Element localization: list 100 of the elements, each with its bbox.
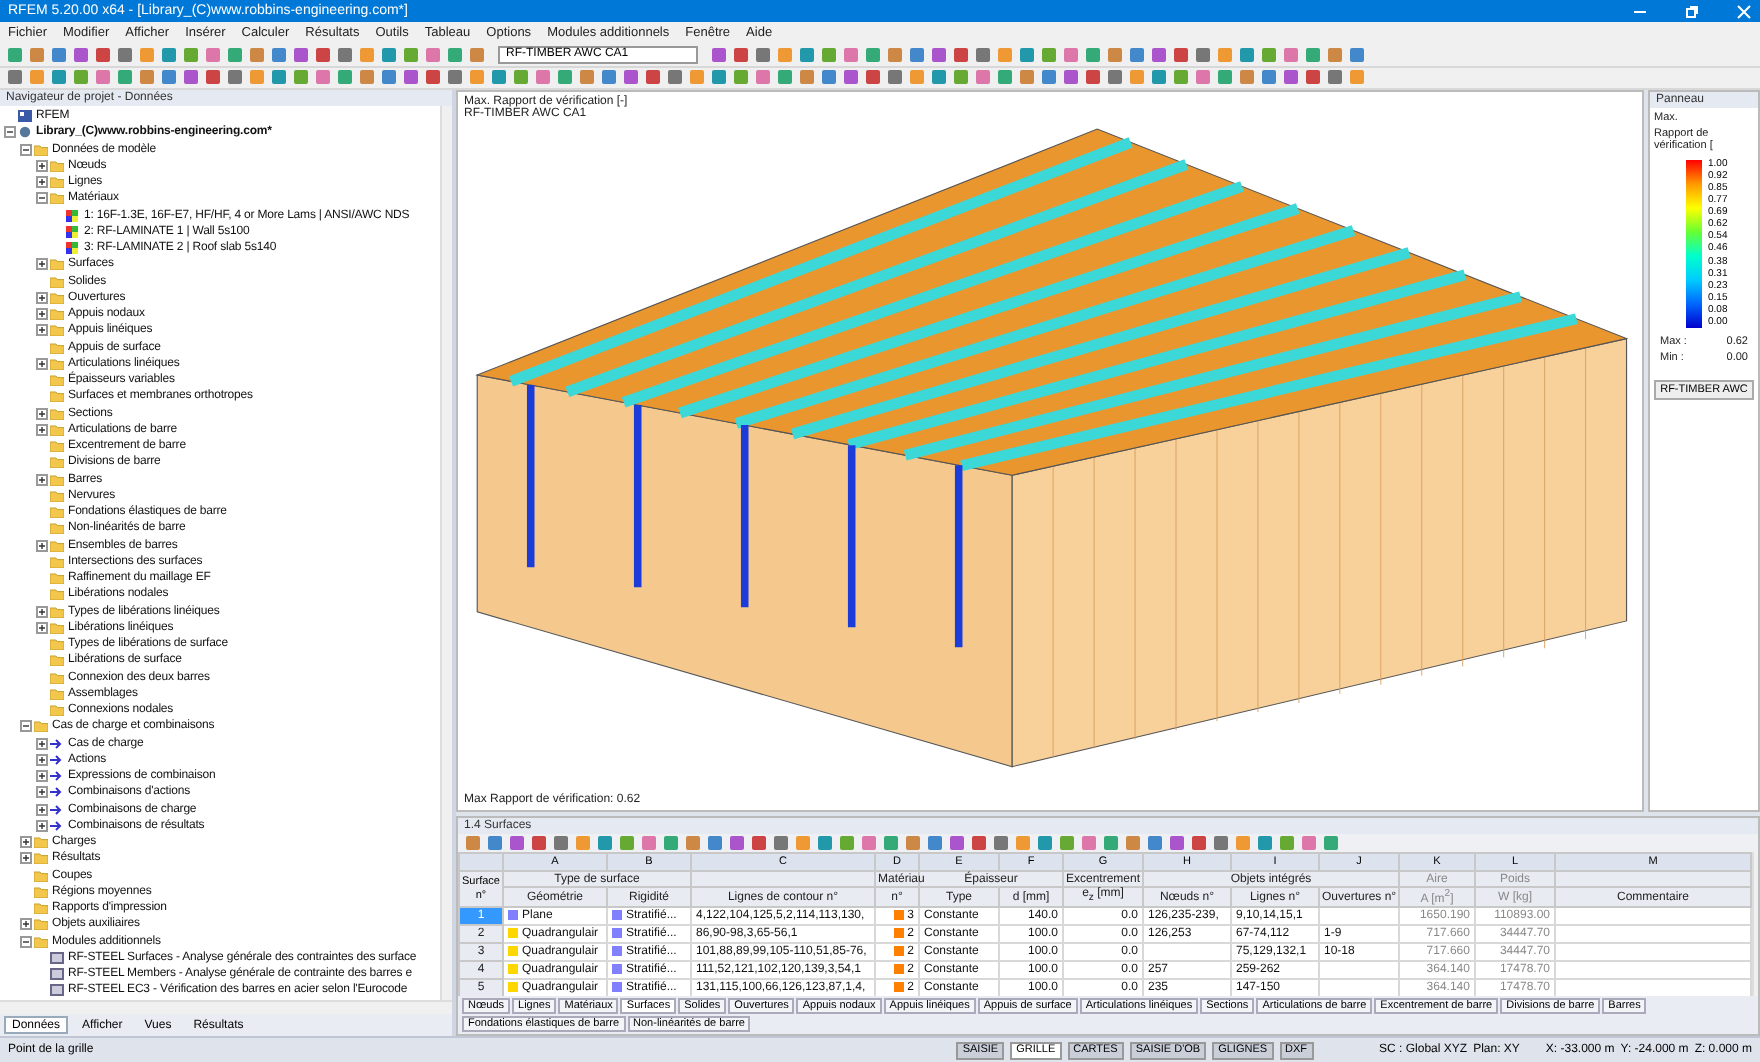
expand-icon[interactable] <box>36 786 48 799</box>
restore-icon[interactable] <box>1684 3 1700 19</box>
toolbar-icon[interactable] <box>1194 45 1212 64</box>
expand-icon[interactable] <box>36 473 48 486</box>
toolbar-icon[interactable] <box>138 45 156 64</box>
toolbar-icon[interactable] <box>1062 45 1080 64</box>
toolbar-icon[interactable] <box>860 834 878 852</box>
toolbar-icon[interactable] <box>992 834 1010 852</box>
toolbar-icon[interactable] <box>446 68 464 87</box>
toolbar-icon[interactable] <box>842 68 860 87</box>
toolbar-icon[interactable] <box>1106 68 1124 87</box>
toolbar-icon[interactable] <box>1080 834 1098 852</box>
toolbar-icon[interactable] <box>402 45 420 64</box>
toolbar-icon[interactable] <box>358 68 376 87</box>
toolbar-icon[interactable] <box>864 45 882 64</box>
expand-icon[interactable] <box>36 753 48 766</box>
toolbar-icon[interactable] <box>1058 834 1076 852</box>
toolbar-icon[interactable] <box>270 68 288 87</box>
toolbar-icon[interactable] <box>574 834 592 852</box>
toolbar-icon[interactable] <box>1238 45 1256 64</box>
toolbar-icon[interactable] <box>1084 45 1102 64</box>
toolbar-icon[interactable] <box>996 45 1014 64</box>
toolbar-icon[interactable] <box>1348 68 1366 87</box>
toolbar-icon[interactable] <box>772 834 790 852</box>
toolbar-icon[interactable] <box>1018 45 1036 64</box>
toolbar-icon[interactable] <box>552 834 570 852</box>
toolbar-icon[interactable] <box>816 834 834 852</box>
toolbar-icon[interactable] <box>1168 834 1186 852</box>
toolbar-icon[interactable] <box>974 68 992 87</box>
toolbar-icon[interactable] <box>732 68 750 87</box>
toolbar-icon[interactable] <box>1322 834 1340 852</box>
toolbar-icon[interactable] <box>1238 68 1256 87</box>
toolbar-icon[interactable] <box>28 45 46 64</box>
toolbar-icon[interactable] <box>1190 834 1208 852</box>
toolbar-icon[interactable] <box>930 45 948 64</box>
toolbar-icon[interactable] <box>486 834 504 852</box>
toolbar-icon[interactable] <box>974 45 992 64</box>
toolbar-icon[interactable] <box>464 834 482 852</box>
toolbar-icon[interactable] <box>508 834 526 852</box>
toolbar-icon[interactable] <box>94 68 112 87</box>
expand-icon[interactable] <box>36 819 48 832</box>
toolbar-icon[interactable] <box>754 68 772 87</box>
toolbar-icon[interactable] <box>292 68 310 87</box>
toolbar-icon[interactable] <box>380 68 398 87</box>
toolbar-icon[interactable] <box>1106 45 1124 64</box>
toolbar-icon[interactable] <box>556 68 574 87</box>
expand-icon[interactable] <box>36 407 48 420</box>
expand-icon[interactable] <box>36 357 48 370</box>
toolbar-icon[interactable] <box>204 45 222 64</box>
toolbar-icon[interactable] <box>886 45 904 64</box>
toolbar-icon[interactable] <box>314 68 332 87</box>
expand-icon[interactable] <box>20 852 32 865</box>
collapse-icon[interactable] <box>20 143 32 156</box>
toolbar-icon[interactable] <box>116 45 134 64</box>
toolbar-icon[interactable] <box>930 68 948 87</box>
toolbar-icon[interactable] <box>1326 45 1344 64</box>
toolbar-icon[interactable] <box>1212 834 1230 852</box>
toolbar-icon[interactable] <box>706 834 724 852</box>
toolbar-icon[interactable] <box>1278 834 1296 852</box>
toolbar-icon[interactable] <box>1348 45 1366 64</box>
toolbar-icon[interactable] <box>776 68 794 87</box>
toolbar-icon[interactable] <box>116 68 134 87</box>
toolbar-icon[interactable] <box>380 45 398 64</box>
toolbar-icon[interactable] <box>1040 68 1058 87</box>
toolbar-icon[interactable] <box>996 68 1014 87</box>
close-icon[interactable] <box>1736 3 1752 19</box>
toolbar-icon[interactable] <box>864 68 882 87</box>
collapse-icon[interactable] <box>4 126 16 139</box>
toolbar-icon[interactable] <box>948 834 966 852</box>
toolbar-icon[interactable] <box>908 45 926 64</box>
expand-icon[interactable] <box>36 159 48 172</box>
toolbar-icon[interactable] <box>842 45 860 64</box>
toolbar-icon[interactable] <box>644 68 662 87</box>
expand-icon[interactable] <box>36 539 48 552</box>
toolbar-icon[interactable] <box>750 834 768 852</box>
toolbar-icon[interactable] <box>138 68 156 87</box>
toolbar-icon[interactable] <box>662 834 680 852</box>
toolbar-icon[interactable] <box>970 834 988 852</box>
toolbar-icon[interactable] <box>1146 834 1164 852</box>
expand-icon[interactable] <box>36 291 48 304</box>
toolbar-icon[interactable] <box>1150 68 1168 87</box>
toolbar-icon[interactable] <box>512 68 530 87</box>
toolbar-icon[interactable] <box>1256 834 1274 852</box>
toolbar-icon[interactable] <box>490 68 508 87</box>
toolbar-icon[interactable] <box>424 68 442 87</box>
toolbar-icon[interactable] <box>794 834 812 852</box>
toolbar-icon[interactable] <box>358 45 376 64</box>
collapse-icon[interactable] <box>20 935 32 948</box>
scrollbar[interactable] <box>440 106 452 1000</box>
toolbar-icon[interactable] <box>908 68 926 87</box>
toolbar-icon[interactable] <box>182 45 200 64</box>
toolbar-icon[interactable] <box>1282 45 1300 64</box>
toolbar-icon[interactable] <box>270 45 288 64</box>
expand-icon[interactable] <box>36 423 48 436</box>
toolbar-icon[interactable] <box>1172 45 1190 64</box>
toolbar-icon[interactable] <box>776 45 794 64</box>
toolbar-icon[interactable] <box>336 68 354 87</box>
toolbar-icon[interactable] <box>248 45 266 64</box>
toolbar-icon[interactable] <box>710 68 728 87</box>
toolbar-icon[interactable] <box>952 68 970 87</box>
